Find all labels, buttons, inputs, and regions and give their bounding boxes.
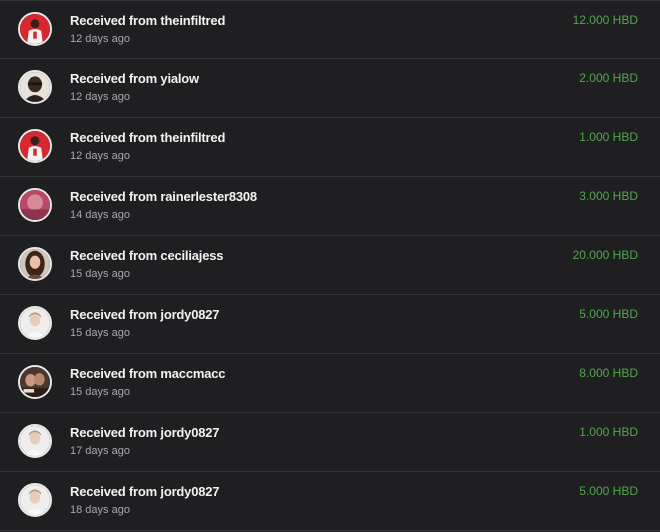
transfer-row: Received from jordy0827 18 days ago 5.000 … [0,472,660,531]
transfer-title: Received from theinfiltred [70,12,225,29]
transfer-timestamp: 12 days ago [70,150,130,162]
sender-username-link[interactable]: maccmacc [160,366,225,381]
transfer-prefix: Received from [70,366,157,381]
transfer-title: Received from jordy0827 [70,483,220,500]
transfer-timestamp: 15 days ago [70,327,130,339]
transfer-row: Received from jordy0827 17 days ago 1.000 … [0,413,660,472]
transfer-title: Received from theinfiltred [70,129,225,146]
sender-username-link[interactable]: ceciliajess [160,248,223,263]
transfer-title: Received from rainerlester8308 [70,188,257,205]
transfer-title: Received from ceciliajess [70,247,223,264]
transfer-history-list: Received from theinfiltred 12 days ago 12.… [0,0,660,532]
user-avatar[interactable] [18,12,52,46]
transfer-prefix: Received from [70,307,157,322]
transfer-amount: 1.000 HBD [579,130,638,144]
transfer-prefix: Received from [70,484,157,499]
transfer-prefix: Received from [70,130,157,145]
transfer-description: Received from jordy0827 17 days ago [70,424,220,459]
transfer-amount: 20.000 HBD [572,248,638,262]
transfer-title: Received from jordy0827 [70,306,220,323]
sender-username-link[interactable]: yialow [160,71,199,86]
transfer-description: Received from jordy0827 18 days ago [70,483,220,518]
transfer-amount: 5.000 HBD [579,484,638,498]
transfer-title: Received from yialow [70,70,199,87]
transfer-timestamp: 12 days ago [70,33,130,45]
sender-username-link[interactable]: rainerlester8308 [160,189,257,204]
user-avatar[interactable] [18,129,52,163]
transfer-row: Received from theinfiltred 12 days ago 1.0… [0,118,660,177]
user-avatar[interactable] [18,188,52,222]
transfer-amount: 8.000 HBD [579,366,638,380]
transfer-description: Received from theinfiltred 12 days ago [70,12,225,47]
sender-username-link[interactable]: jordy0827 [160,307,219,322]
transfer-timestamp: 15 days ago [70,386,130,398]
transfer-description: Received from jordy0827 15 days ago [70,306,220,341]
transfer-description: Received from yialow 12 days ago [70,70,199,105]
user-avatar[interactable] [18,306,52,340]
transfer-title: Received from maccmacc [70,365,226,382]
user-avatar[interactable] [18,70,52,104]
transfer-description: Received from ceciliajess 15 days ago [70,247,223,282]
user-avatar[interactable] [18,483,52,517]
transfer-timestamp: 17 days ago [70,445,130,457]
transfer-prefix: Received from [70,248,157,263]
transfer-amount: 12.000 HBD [572,13,638,27]
transfer-description: Received from rainerlester8308 14 days ag… [70,188,257,223]
user-avatar[interactable] [18,365,52,399]
transfer-description: Received from theinfiltred 12 days ago [70,129,225,164]
user-avatar[interactable] [18,424,52,458]
sender-username-link[interactable]: jordy0827 [160,484,219,499]
sender-username-link[interactable]: jordy0827 [160,425,219,440]
transfer-amount: 3.000 HBD [579,189,638,203]
transfer-timestamp: 18 days ago [70,504,130,516]
transfer-description: Received from maccmacc 15 days ago [70,365,226,400]
transfer-row: Received from jordy0827 15 days ago 5.000 … [0,295,660,354]
transfer-amount: 2.000 HBD [579,71,638,85]
transfer-amount: 1.000 HBD [579,425,638,439]
transfer-row: Received from ceciliajess 15 days ago 20.0… [0,236,660,295]
transfer-title: Received from jordy0827 [70,424,220,441]
transfer-prefix: Received from [70,425,157,440]
transfer-prefix: Received from [70,189,157,204]
transfer-row: Received from maccmacc 15 days ago 8.000 H… [0,354,660,413]
transfer-row: Received from rainerlester8308 14 days ag… [0,177,660,236]
transfer-timestamp: 12 days ago [70,91,130,103]
transfer-prefix: Received from [70,13,157,28]
transfer-timestamp: 14 days ago [70,209,130,221]
user-avatar[interactable] [18,247,52,281]
transfer-prefix: Received from [70,71,157,86]
transfer-row: Received from theinfiltred 12 days ago 12.… [0,0,660,59]
transfer-timestamp: 15 days ago [70,268,130,280]
sender-username-link[interactable]: theinfiltred [160,130,225,145]
transfer-row: Received from yialow 12 days ago 2.000 HBD [0,59,660,118]
transfer-amount: 5.000 HBD [579,307,638,321]
sender-username-link[interactable]: theinfiltred [160,13,225,28]
